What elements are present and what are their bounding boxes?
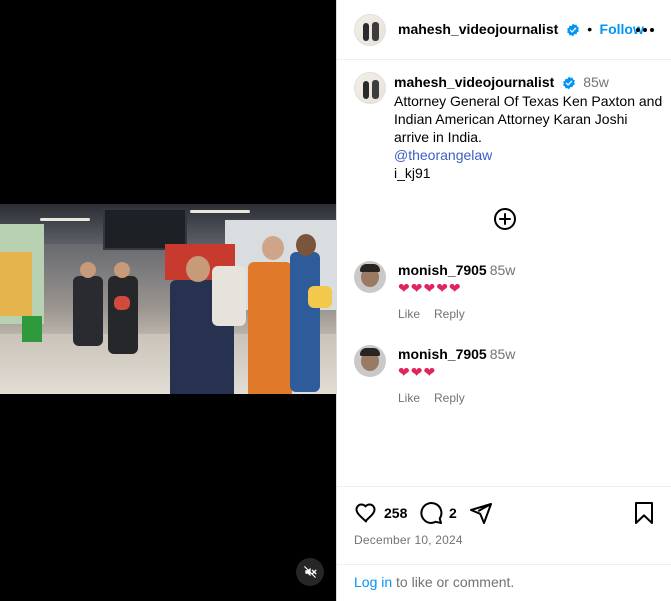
likes-count[interactable]: 258 (384, 505, 407, 521)
verified-badge-icon (562, 76, 575, 90)
paper-plane-icon (470, 503, 492, 524)
comment-item: monish_7905 85w ❤❤❤❤❤ Like Reply (354, 261, 664, 327)
comment-text: ❤❤❤❤❤ (398, 280, 462, 296)
share-button[interactable] (469, 501, 493, 530)
login-link[interactable]: Log in (354, 574, 392, 590)
video-shop-sign (0, 252, 32, 316)
comment-actions: Like Reply (398, 391, 479, 405)
comment-time[interactable]: 85w (490, 346, 516, 362)
video-flowers (114, 296, 130, 310)
video-ceiling-light (40, 218, 90, 221)
commenter-avatar[interactable] (354, 345, 386, 377)
load-more-comments-button[interactable] (493, 207, 517, 231)
post-header: mahesh_videojournalist • Follow (337, 0, 671, 60)
comment-text: ❤❤❤ (398, 364, 437, 380)
commenter-avatar[interactable] (354, 261, 386, 293)
comment-like-button[interactable]: Like (398, 307, 420, 321)
ellipsis-icon (636, 28, 654, 32)
video-ceiling-light (190, 210, 250, 213)
login-prompt: Log in to like or comment. (337, 564, 671, 601)
caption-time[interactable]: 85w (583, 74, 609, 90)
video-person-head (186, 256, 210, 282)
comment-item: monish_7905 85w ❤❤❤ Like Reply (354, 345, 664, 411)
mute-button[interactable] (296, 558, 324, 586)
header-user-line: mahesh_videojournalist • Follow (398, 21, 644, 39)
caption-user-line: mahesh_videojournalist 85w (394, 73, 664, 92)
like-button[interactable] (354, 501, 378, 530)
caption-mention-link[interactable]: @theorangelaw (394, 146, 664, 164)
comment-reply-button[interactable]: Reply (434, 307, 465, 321)
caption-username[interactable]: mahesh_videojournalist (394, 74, 554, 90)
comment-time[interactable]: 85w (490, 262, 516, 278)
video-person-head (296, 234, 316, 256)
comment-bubble-icon (420, 502, 443, 524)
author-username[interactable]: mahesh_videojournalist (398, 21, 558, 37)
comment-user-line: monish_7905 85w (398, 262, 515, 278)
speaker-muted-icon (304, 566, 317, 578)
save-button[interactable] (633, 501, 655, 530)
video-person (290, 252, 320, 392)
video-player[interactable] (0, 0, 336, 601)
heart-icon (355, 503, 376, 523)
avatar-figure (372, 22, 379, 41)
caption-author-avatar[interactable] (354, 72, 386, 104)
bookmark-icon (635, 502, 653, 524)
video-person-head (80, 262, 96, 278)
comment-reply-button[interactable]: Reply (434, 391, 465, 405)
login-suffix: to like or comment. (392, 574, 515, 590)
comment-actions: Like Reply (398, 307, 479, 321)
caption-body: mahesh_videojournalist 85w Attorney Gene… (394, 73, 664, 182)
commenter-username[interactable]: monish_7905 (398, 346, 487, 362)
author-avatar[interactable] (354, 14, 386, 46)
video-person (212, 266, 246, 326)
avatar-figure (363, 81, 369, 99)
plus-circle-icon (494, 208, 516, 230)
post-date[interactable]: December 10, 2024 (354, 533, 463, 547)
caption-text: Attorney General Of Texas Ken Paxton and… (394, 93, 663, 145)
separator-dot: • (587, 21, 593, 37)
video-bin (22, 316, 42, 342)
video-person (248, 262, 292, 394)
avatar-hair (360, 264, 380, 272)
commenter-username[interactable]: monish_7905 (398, 262, 487, 278)
comment-button[interactable] (419, 501, 443, 530)
avatar-figure (363, 23, 369, 41)
verified-badge-icon (566, 23, 579, 37)
caption-tag: i_kj91 (394, 165, 431, 181)
comment-like-button[interactable]: Like (398, 391, 420, 405)
post-panel: mahesh_videojournalist • Follow mahesh_v… (336, 0, 671, 601)
comment-user-line: monish_7905 85w (398, 346, 515, 362)
more-options-button[interactable] (635, 22, 655, 38)
avatar-hair (360, 348, 380, 356)
avatar-figure (372, 80, 379, 99)
video-person-head (114, 262, 130, 278)
video-person (73, 276, 103, 346)
video-frame[interactable] (0, 204, 336, 394)
login-text: Log in to like or comment. (354, 574, 514, 590)
comments-count[interactable]: 2 (449, 505, 457, 521)
video-flowers (308, 286, 332, 308)
video-person-head (262, 236, 284, 260)
video-person (108, 276, 138, 354)
